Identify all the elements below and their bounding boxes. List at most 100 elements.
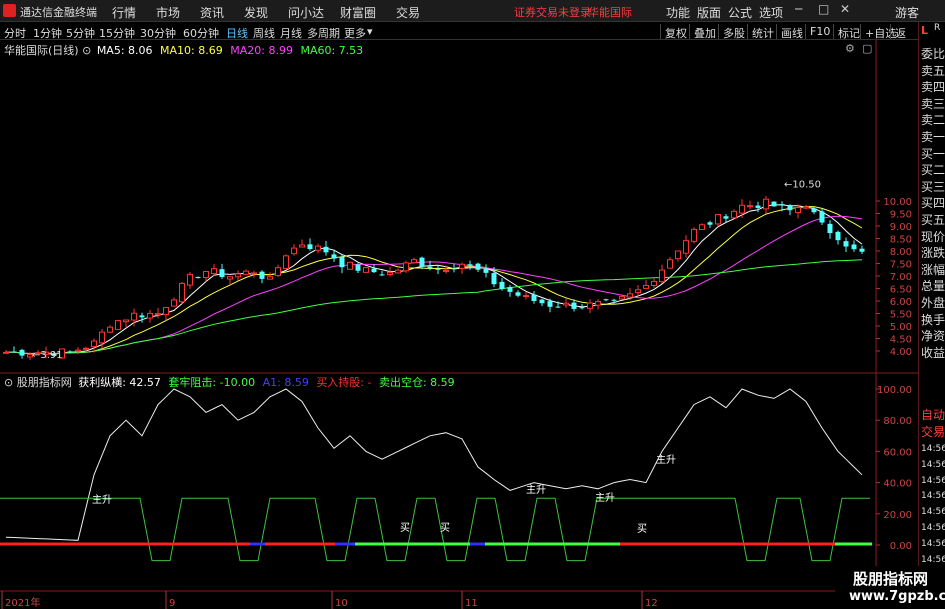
signal-label-up: 主升 [595, 492, 615, 504]
candle-body [427, 266, 433, 269]
candle-body [459, 263, 465, 269]
period-30min[interactable]: 30分钟 [140, 25, 176, 41]
period-1min[interactable]: 1分钟 [33, 25, 62, 41]
period-daily[interactable]: 日线 [226, 25, 248, 41]
panel-label[interactable]: 卖五 [921, 63, 945, 79]
candle-body [451, 268, 457, 270]
candle-body [155, 313, 161, 316]
expand-icon[interactable]: ▢ [862, 42, 872, 55]
panel-label[interactable]: 外盘 [921, 295, 945, 311]
panel-label[interactable]: 卖三 [921, 96, 945, 112]
price-tick-label: 5.00 [890, 322, 912, 333]
btn-f10[interactable]: F10 [805, 24, 834, 39]
candle-body [139, 315, 145, 318]
menu-quotes[interactable]: 行情 [112, 4, 136, 21]
panel-label[interactable]: 换手 [921, 312, 945, 328]
candle-body [3, 351, 9, 354]
panel-label[interactable]: 交易 [921, 424, 945, 440]
minimize-icon[interactable]: ─ [795, 2, 802, 16]
panel-label[interactable]: 收益 [921, 345, 945, 361]
panel-label[interactable]: 14:56 [921, 504, 945, 520]
login-warning[interactable]: 证券交易未登录 [514, 4, 591, 20]
high-price-label: ←10.50 [784, 180, 821, 191]
price-tick-label: 6.50 [890, 285, 912, 296]
btn-back[interactable]: 返回 [890, 24, 918, 56]
panel-label[interactable]: 涨跌 [921, 245, 945, 261]
candle-body [403, 262, 409, 272]
panel-label[interactable]: 自动 [921, 407, 945, 423]
candle-body [235, 273, 241, 278]
period-monthly[interactable]: 月线 [280, 25, 302, 41]
candle-body [75, 349, 81, 352]
panel-label[interactable]: 总量 [921, 278, 945, 294]
panel-label[interactable]: 卖二 [921, 112, 945, 128]
panel-label[interactable]: 委比 [921, 46, 945, 62]
btn-draw[interactable]: 画线 [776, 24, 807, 40]
candle-body [339, 256, 345, 268]
menu-discover[interactable]: 发现 [244, 4, 268, 21]
gear-icon[interactable]: ⚙ [845, 42, 855, 55]
menu-options[interactable]: 选项 [759, 4, 783, 21]
candle-body [99, 331, 105, 344]
indicator-value-buy: 买入持股: - [316, 376, 372, 389]
settings-icon[interactable]: ⊙ [4, 376, 13, 389]
period-15min[interactable]: 15分钟 [99, 25, 135, 41]
panel-label[interactable]: 涨幅 [921, 262, 945, 278]
period-intraday[interactable]: 分时 [4, 25, 26, 41]
panel-label[interactable]: 14:56 [921, 473, 945, 489]
price-tick-label: 8.00 [890, 247, 912, 258]
chart-area[interactable]: 10.00 9.509.00 8.508.00 7.507.00 6.506.00 5.5… [0, 40, 918, 609]
menu-market[interactable]: 市场 [156, 4, 180, 21]
panel-label[interactable]: 买五 [921, 212, 945, 228]
panel-letter-r[interactable]: R [934, 23, 940, 33]
price-tick-label: 7.00 [890, 272, 912, 283]
panel-label[interactable]: 净资 [921, 328, 945, 344]
period-5min[interactable]: 5分钟 [66, 25, 95, 41]
menu-layout[interactable]: 版面 [697, 4, 721, 21]
candle-body [611, 299, 617, 301]
period-more[interactable]: 更多 [344, 25, 366, 41]
period-60min[interactable]: 60分钟 [183, 25, 219, 41]
panel-label[interactable]: 14:56 [921, 457, 945, 473]
candle-body [91, 340, 97, 348]
period-weekly[interactable]: 周线 [253, 25, 275, 41]
menu-news[interactable]: 资讯 [200, 4, 224, 21]
candle-body [691, 228, 697, 242]
kline-title: 华能国际(日线) [4, 44, 79, 57]
btn-multistock[interactable]: 多股 [718, 24, 749, 40]
panel-label[interactable]: 14:56 [921, 488, 945, 504]
panel-label[interactable]: 14:56 [921, 520, 945, 536]
candle-body [771, 201, 777, 207]
panel-label[interactable]: 卖四 [921, 79, 945, 95]
btn-stats[interactable]: 统计 [747, 24, 778, 40]
panel-label[interactable]: 买四 [921, 195, 945, 211]
panel-label[interactable]: 14:56 [921, 536, 945, 552]
chevron-down-icon[interactable]: ▾ [367, 25, 373, 38]
menu-ask[interactable]: 问小达 [288, 4, 324, 21]
menu-trade[interactable]: 交易 [396, 4, 420, 21]
menu-function[interactable]: 功能 [666, 4, 690, 21]
signal-label-buy: 买 [637, 523, 647, 535]
price-tick-label: 9.00 [890, 222, 912, 233]
panel-label[interactable]: 14:56 [921, 441, 945, 457]
maximize-icon[interactable]: □ [818, 2, 829, 16]
guest-label[interactable]: 游客 [895, 4, 919, 21]
panel-label[interactable]: 卖一 [921, 129, 945, 145]
menu-wealth[interactable]: 财富圈 [340, 4, 376, 21]
close-icon[interactable]: ✕ [840, 2, 850, 16]
settings-icon[interactable]: ⊙ [82, 44, 91, 57]
btn-adjust[interactable]: 复权 [660, 24, 691, 40]
ma60-label: MA60: 7.53 [300, 44, 364, 57]
price-tick-label: 4.50 [890, 335, 912, 346]
panel-label[interactable]: 现价 [921, 229, 945, 245]
signal-label-up: 主升 [526, 484, 546, 496]
btn-overlay[interactable]: 叠加 [689, 24, 720, 40]
menu-formula[interactable]: 公式 [728, 4, 752, 21]
candle-body [371, 268, 377, 273]
panel-label[interactable]: 买二 [921, 162, 945, 178]
indicator-value-profit: 获利纵横: 42.57 [78, 376, 161, 389]
panel-label[interactable]: 买三 [921, 179, 945, 195]
period-multi[interactable]: 多周期 [307, 25, 340, 41]
panel-letter-l[interactable]: L [921, 24, 928, 37]
panel-label[interactable]: 买一 [921, 146, 945, 162]
